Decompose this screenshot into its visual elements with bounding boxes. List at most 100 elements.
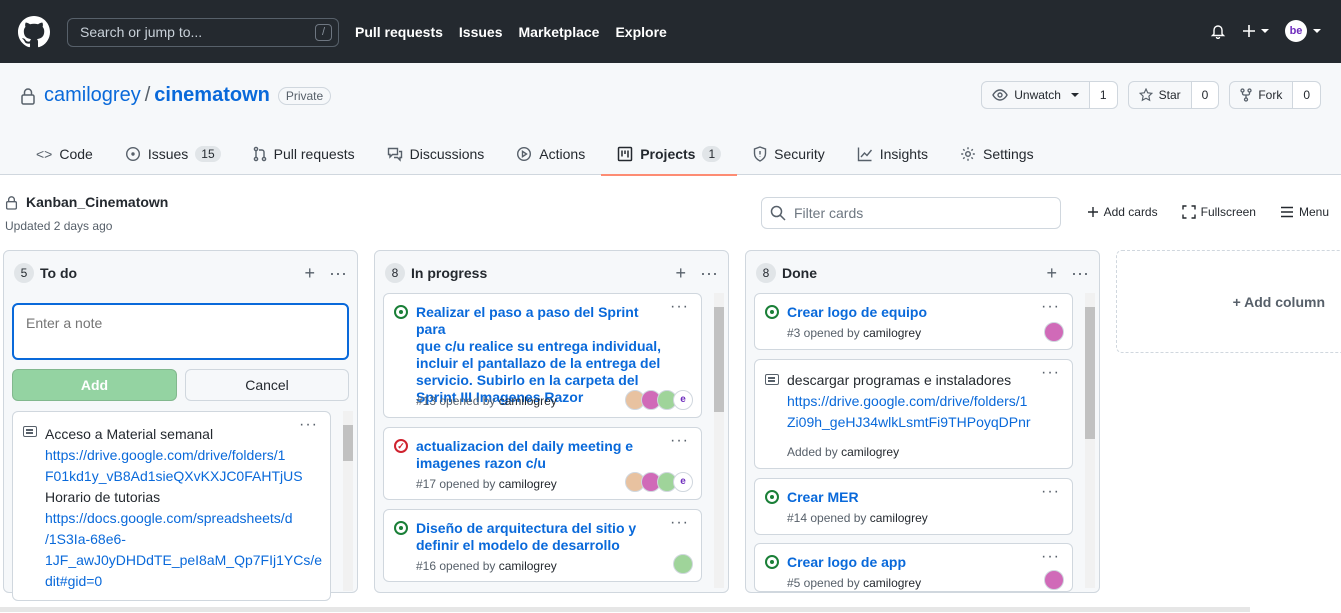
note-link[interactable]: https://drive.google.com/drive/folders/1 <box>45 445 322 466</box>
card-more-icon[interactable]: ··· <box>1041 548 1060 566</box>
issue-title[interactable]: Crear MER <box>787 489 1042 506</box>
note-link[interactable]: /1S3Ia-68e6- <box>45 529 322 550</box>
note-link[interactable]: 1JF_awJ0yDHDdTE_peI8aM_Qp7FIj1YCs/e <box>45 550 322 571</box>
project-updated-text: Updated 2 days ago <box>5 219 113 233</box>
issue-title[interactable]: actualizacion del daily meeting e imagen… <box>416 438 671 472</box>
tab-settings[interactable]: Settings <box>944 133 1050 175</box>
column-scrollbar[interactable] <box>1085 293 1095 588</box>
cancel-note-button[interactable]: Cancel <box>185 369 349 401</box>
card-more-icon[interactable]: ··· <box>1041 483 1060 501</box>
fork-count[interactable]: 0 <box>1293 82 1320 108</box>
author-link[interactable]: camilogrey <box>870 511 928 525</box>
column-scrollbar[interactable] <box>714 293 724 588</box>
issue-card[interactable]: ✓ ··· actualizacion del daily meeting e … <box>383 427 702 500</box>
note-link[interactable]: Zi09h_geHJ34wlkLsmtFi9THPoyqDPnr <box>787 412 1031 433</box>
repo-owner-link[interactable]: camilogrey <box>44 84 141 107</box>
tab-projects[interactable]: Projects 1 <box>601 133 738 176</box>
fork-button[interactable]: Fork <box>1230 82 1294 108</box>
tab-security[interactable]: Security <box>737 133 841 175</box>
assignee-avatars[interactable] <box>1044 322 1064 342</box>
scrollbar-thumb[interactable] <box>1085 307 1095 439</box>
create-new-menu[interactable] <box>1242 24 1269 38</box>
issue-card[interactable]: ··· Crear logo de equipo #3 opened by ca… <box>754 293 1073 350</box>
scrollbar-thumb[interactable] <box>343 425 353 461</box>
tab-code[interactable]: <> Code <box>20 133 109 175</box>
tab-insights[interactable]: Insights <box>841 133 944 175</box>
add-column-button[interactable]: + Add column <box>1116 250 1341 353</box>
note-link[interactable]: https://docs.google.com/spreadsheets/d <box>45 508 322 529</box>
author-link[interactable]: camilogrey <box>499 477 557 491</box>
note-card[interactable]: ··· Acceso a Material semanal https://dr… <box>12 411 331 601</box>
filter-cards-input[interactable]: Filter cards <box>761 197 1061 229</box>
issue-card[interactable]: ··· Crear MER #14 opened by camilogrey <box>754 478 1073 535</box>
meta-text: #13 opened by <box>416 394 496 408</box>
column-more-icon[interactable]: ··· <box>329 263 347 284</box>
horizontal-scrollbar[interactable] <box>0 607 1250 612</box>
assignee-avatars[interactable]: e <box>625 472 693 492</box>
fullscreen-button[interactable]: Fullscreen <box>1181 205 1256 219</box>
bell-icon[interactable] <box>1210 23 1226 39</box>
card-more-icon[interactable]: ··· <box>670 432 689 450</box>
issue-meta: #3 opened by camilogrey <box>787 326 921 340</box>
note-card[interactable]: ··· descargar programas e instaladores h… <box>754 359 1073 469</box>
assignee-avatars[interactable] <box>1044 570 1064 590</box>
tab-actions[interactable]: Actions <box>500 133 601 175</box>
fullscreen-label: Fullscreen <box>1200 205 1256 219</box>
note-link[interactable]: dit#gid=0 <box>45 571 322 592</box>
issue-title[interactable]: Crear logo de equipo <box>787 304 1042 321</box>
card-more-icon[interactable]: ··· <box>670 298 689 316</box>
issue-card[interactable]: ··· Diseño de arquitectura del sitio y d… <box>383 509 702 582</box>
nav-marketplace[interactable]: Marketplace <box>519 24 600 40</box>
assignee-avatars[interactable]: e <box>625 390 693 410</box>
github-logo-icon[interactable] <box>18 16 50 48</box>
assignee-avatars[interactable] <box>673 554 693 574</box>
add-note-button[interactable]: Add <box>12 369 177 401</box>
issue-card[interactable]: ··· Realizar el paso a paso del Sprint p… <box>383 293 702 418</box>
watch-count[interactable]: 1 <box>1089 82 1117 108</box>
user-menu[interactable]: be <box>1285 20 1321 42</box>
star-count[interactable]: 0 <box>1191 82 1219 108</box>
card-more-icon[interactable]: ··· <box>1041 298 1060 316</box>
nav-issues[interactable]: Issues <box>459 24 503 40</box>
tab-discussions[interactable]: Discussions <box>371 133 501 175</box>
card-more-icon[interactable]: ··· <box>1041 364 1060 382</box>
tab-issues[interactable]: Issues 15 <box>109 133 237 175</box>
scrollbar-thumb[interactable] <box>714 307 724 412</box>
column-more-icon[interactable]: ··· <box>1071 263 1089 284</box>
author-link[interactable]: camilogrey <box>863 576 921 590</box>
author-link[interactable]: camilogrey <box>499 559 557 573</box>
note-line: Acceso a Material semanal <box>45 426 214 442</box>
issue-title[interactable]: Diseño de arquitectura del sitio y defin… <box>416 520 671 554</box>
global-search-input[interactable]: Search or jump to... / <box>67 18 339 47</box>
issue-title[interactable]: Crear logo de app <box>787 554 1042 571</box>
tab-label: Projects <box>640 146 696 162</box>
graph-icon <box>857 147 872 162</box>
column-done: 8 Done + ··· ··· Crear logo de equipo #3… <box>745 250 1100 593</box>
note-body: Acceso a Material semanal https://drive.… <box>45 424 322 592</box>
author-link[interactable]: camilogrey <box>499 394 557 408</box>
issue-opened-icon <box>765 490 779 504</box>
add-card-icon[interactable]: + <box>676 263 687 284</box>
author-link[interactable]: camilogrey <box>863 326 921 340</box>
note-textarea[interactable] <box>12 303 349 360</box>
star-button[interactable]: Star <box>1129 82 1192 108</box>
add-card-icon[interactable]: + <box>1047 263 1058 284</box>
add-cards-button[interactable]: Add cards <box>1087 205 1158 219</box>
issue-meta: #13 opened by camilogrey <box>416 394 557 408</box>
unwatch-button[interactable]: Unwatch <box>982 82 1090 108</box>
column-scrollbar[interactable] <box>343 411 353 591</box>
issue-card[interactable]: ··· Crear logo de app #5 opened by camil… <box>754 543 1073 592</box>
author-link[interactable]: camilogrey <box>841 445 899 459</box>
avatar: be <box>1285 20 1307 42</box>
menu-button[interactable]: Menu <box>1280 205 1329 219</box>
nav-explore[interactable]: Explore <box>615 24 666 40</box>
repo-name-link[interactable]: cinematown <box>154 84 270 106</box>
column-more-icon[interactable]: ··· <box>700 263 718 284</box>
tab-pull-requests[interactable]: Pull requests <box>237 133 371 175</box>
tab-label: Settings <box>982 146 1034 162</box>
note-link[interactable]: F01kd1y_vB8Ad1sieQXvKXJC0FAHTjUS <box>45 466 322 487</box>
nav-pull-requests[interactable]: Pull requests <box>355 24 443 40</box>
note-link[interactable]: https://drive.google.com/drive/folders/1 <box>787 391 1031 412</box>
add-card-icon[interactable]: + <box>305 263 316 284</box>
card-more-icon[interactable]: ··· <box>670 514 689 532</box>
